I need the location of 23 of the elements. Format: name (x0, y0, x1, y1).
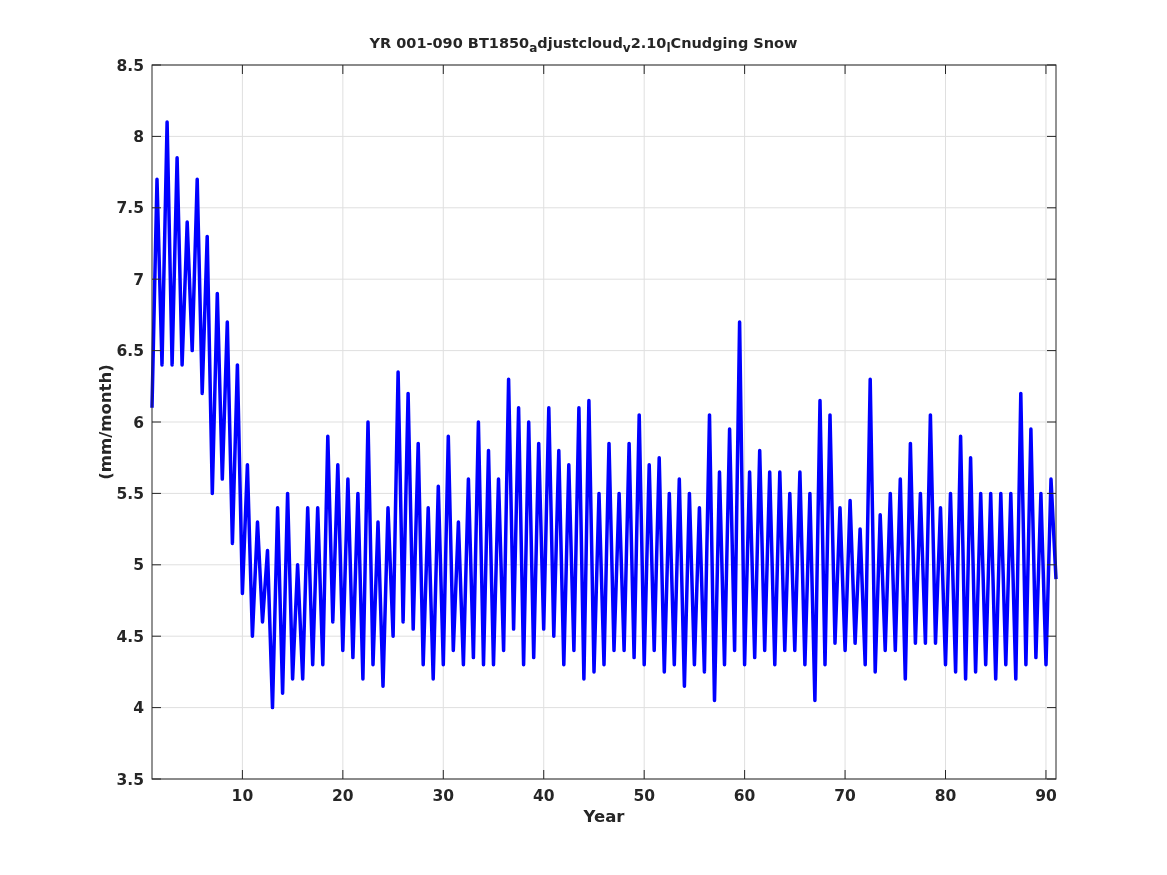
y-tick-label: 4 (133, 699, 144, 718)
x-tick-label: 90 (1035, 787, 1057, 805)
x-tick-label: 40 (532, 787, 555, 805)
y-tick-label: 3.5 (116, 770, 144, 789)
x-tick-label: 10 (231, 787, 254, 805)
x-tick-label: 20 (332, 787, 354, 805)
x-tick-label: 80 (934, 787, 957, 805)
chart-title: YR 001-090 BT1850$_{a}$djustcloud$_{v}$2.10$_{l}$Cnudging Snow (369, 34, 798, 57)
y-tick-label: 7 (133, 270, 144, 289)
x-tick-label: 30 (432, 787, 455, 805)
y-tick-label: 6.5 (116, 342, 144, 361)
x-tick-label: 70 (834, 787, 856, 805)
y-tick-label: 6 (133, 413, 144, 432)
x-axis-label: Year (583, 807, 625, 826)
y-tick-label: 8.5 (116, 56, 144, 75)
x-tick-label: 60 (733, 787, 756, 805)
y-axis-label: (mm/month) (96, 364, 115, 480)
y-tick-label: 5 (133, 556, 144, 575)
y-tick-label: 5.5 (116, 484, 144, 503)
y-tick-label: 4.5 (116, 627, 144, 646)
y-tick-label: 8 (133, 127, 144, 146)
x-tick-label: 50 (633, 787, 655, 805)
y-tick-label: 7.5 (116, 199, 144, 218)
